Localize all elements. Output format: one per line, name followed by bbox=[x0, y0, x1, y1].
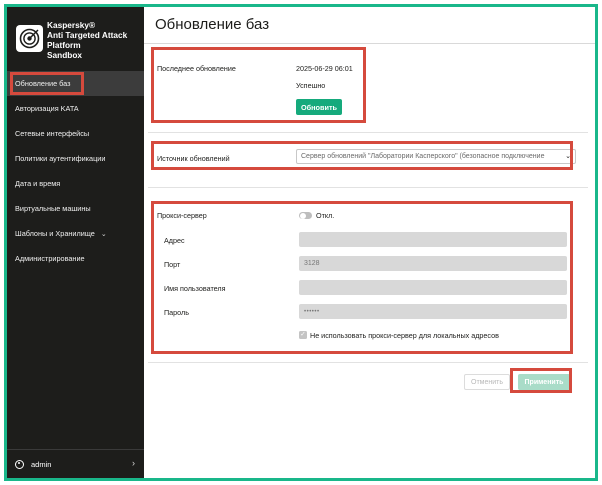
sidebar-item-virtual-machines[interactable]: Виртуальные машины bbox=[7, 196, 144, 221]
sidebar-item-label: Шаблоны и Хранилище bbox=[15, 229, 95, 238]
sidebar-item-database-update[interactable]: Обновление баз bbox=[7, 71, 144, 96]
sidebar-item-templates-storage[interactable]: Шаблоны и Хранилище ⌄ bbox=[7, 221, 144, 246]
proxy-address-label: Адрес bbox=[164, 236, 185, 245]
brand-name: Kaspersky® Anti Targeted Attack Platform… bbox=[47, 20, 128, 60]
proxy-label: Прокси-сервер bbox=[157, 211, 207, 220]
proxy-toggle-state: Откл. bbox=[316, 211, 335, 220]
section-divider bbox=[148, 187, 588, 188]
bypass-local-checkbox[interactable]: ✓ bbox=[299, 331, 307, 339]
user-icon bbox=[15, 459, 24, 469]
update-source-select[interactable]: Сервер обновлений "Лаборатории Касперско… bbox=[296, 149, 576, 164]
proxy-username-label: Имя пользователя bbox=[164, 284, 226, 293]
sidebar-item-label: Виртуальные машины bbox=[15, 204, 91, 213]
sidebar-item-label: Дата и время bbox=[15, 179, 61, 188]
user-menu[interactable]: admin › bbox=[7, 449, 144, 478]
sidebar: Kaspersky® Anti Targeted Attack Platform… bbox=[7, 7, 144, 478]
proxy-username-input[interactable] bbox=[299, 280, 567, 295]
title-divider bbox=[144, 43, 595, 44]
proxy-password-label: Пароль bbox=[164, 308, 189, 317]
sidebar-nav: Обновление баз Авторизация KATA Сетевые … bbox=[7, 71, 144, 271]
sidebar-item-kata-authorization[interactable]: Авторизация KATA bbox=[7, 96, 144, 121]
username: admin bbox=[31, 459, 52, 469]
update-button[interactable]: Обновить bbox=[296, 99, 342, 115]
proxy-toggle[interactable] bbox=[299, 212, 312, 219]
section-divider bbox=[148, 362, 588, 363]
proxy-port-label: Порт bbox=[164, 260, 181, 269]
brand: Kaspersky® Anti Targeted Attack Platform… bbox=[16, 17, 144, 69]
chevron-right-icon: › bbox=[132, 458, 135, 468]
update-source-selected: Сервер обновлений "Лаборатории Касперско… bbox=[301, 153, 545, 160]
update-source-label: Источник обновлений bbox=[157, 154, 230, 163]
sidebar-item-label: Обновление баз bbox=[15, 79, 71, 88]
chevron-down-icon: ⌄ bbox=[100, 230, 107, 238]
section-divider bbox=[148, 132, 588, 133]
apply-button[interactable]: Применить bbox=[518, 374, 570, 390]
sidebar-item-date-time[interactable]: Дата и время bbox=[7, 171, 144, 196]
app-window: Kaspersky® Anti Targeted Attack Platform… bbox=[4, 4, 598, 481]
proxy-password-input[interactable]: •••••• bbox=[299, 304, 567, 319]
last-update-datetime: 2025-06-29 06:01 bbox=[296, 64, 353, 73]
proxy-port-input[interactable]: 3128 bbox=[299, 256, 567, 271]
last-update-status: Успешно bbox=[296, 81, 326, 90]
last-update-label: Последнее обновление bbox=[157, 64, 236, 73]
sidebar-item-label: Авторизация KATA bbox=[15, 104, 79, 113]
main-panel: Обновление баз Последнее обновление 2025… bbox=[144, 7, 595, 478]
chevron-down-icon: ⌄ bbox=[564, 152, 572, 161]
page-title: Обновление баз bbox=[155, 16, 270, 33]
sidebar-item-auth-policies[interactable]: Политики аутентификации bbox=[7, 146, 144, 171]
sidebar-item-label: Сетевые интерфейсы bbox=[15, 129, 90, 138]
sidebar-item-label: Политики аутентификации bbox=[15, 154, 106, 163]
proxy-address-input[interactable] bbox=[299, 232, 567, 247]
sidebar-item-label: Администрирование bbox=[15, 254, 85, 263]
sidebar-item-network-interfaces[interactable]: Сетевые интерфейсы bbox=[7, 121, 144, 146]
kaspersky-logo-icon bbox=[16, 25, 43, 52]
cancel-button[interactable]: Отменить bbox=[464, 374, 510, 390]
bypass-local-label: Не использовать прокси-сервер для локаль… bbox=[310, 331, 499, 340]
sidebar-item-administration[interactable]: Администрирование bbox=[7, 246, 144, 271]
